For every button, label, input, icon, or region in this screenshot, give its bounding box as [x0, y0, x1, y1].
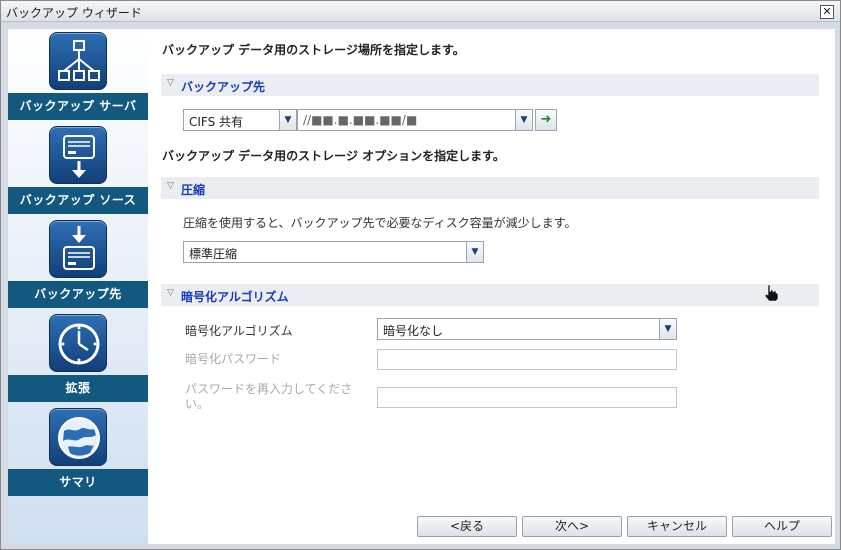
globe-icon [49, 408, 107, 466]
encryption-password-field[interactable] [377, 349, 677, 370]
collapse-triangle-icon: ▽ [167, 288, 174, 298]
hand-cursor-icon [764, 284, 779, 302]
wizard-content-panel: バックアップ データ用のストレージ場所を指定します。 ▽ バックアップ先 CIF… [148, 29, 835, 544]
sidebar-item-backup-destination[interactable]: バックアップ先 [8, 217, 148, 310]
encryption-password-label: 暗号化パスワード [185, 352, 282, 366]
sidebar-item-label: サマリ [8, 469, 148, 496]
window-title: バックアップ ウィザード [6, 6, 142, 20]
reenter-password-label: パスワードを再入力してくださ い。 [185, 382, 352, 412]
title-bar: バックアップ ウィザード ✕ [1, 1, 840, 22]
encryption-algorithm-select[interactable]: 暗号化なし ▼ [377, 318, 677, 340]
sidebar-item-summary[interactable]: サマリ [8, 405, 148, 498]
encryption-section-title: 暗号化アルゴリズム [181, 290, 289, 304]
encryption-algorithm-value: 暗号化なし [383, 324, 444, 338]
close-button[interactable]: ✕ [820, 5, 834, 19]
collapse-triangle-icon: ▽ [167, 181, 174, 191]
sidebar-item-backup-source[interactable]: バックアップ ソース [8, 123, 148, 216]
backup-wizard-window: バックアップ ウィザード ✕ バックアップ サーバ バックアップ ソース バック… [0, 0, 841, 550]
encryption-section-header[interactable]: ▽ 暗号化アルゴリズム [161, 284, 819, 306]
destination-path-value: //■■.■.■■.■■/■ [303, 113, 418, 127]
sidebar-item-label: 拡張 [8, 375, 148, 402]
sidebar-item-label: バックアップ先 [8, 281, 148, 308]
go-arrow-button[interactable]: ➜ [535, 109, 557, 131]
wizard-step-sidebar: バックアップ サーバ バックアップ ソース バックアップ先 拡張 サマリ [8, 29, 148, 544]
sidebar-item-backup-server[interactable]: バックアップ サーバ [8, 29, 148, 122]
destination-section-header[interactable]: ▽ バックアップ先 [161, 74, 819, 96]
help-button[interactable]: ヘルプ [732, 516, 832, 537]
sidebar-item-advanced[interactable]: 拡張 [8, 311, 148, 404]
chevron-down-icon[interactable]: ▼ [466, 242, 483, 262]
network-server-icon [49, 32, 107, 90]
disk-source-icon [49, 126, 107, 184]
reenter-password-label-line1: パスワードを再入力してくださ [185, 382, 353, 396]
encryption-algorithm-label: 暗号化アルゴリズム [185, 324, 293, 338]
destination-type-value: CIFS 共有 [189, 115, 244, 129]
arrow-right-icon: ➜ [540, 112, 552, 127]
sidebar-item-label: バックアップ サーバ [8, 93, 148, 120]
compression-description: 圧縮を使用すると、バックアップ先で必要なディスク容量が減少します。 [183, 216, 577, 230]
compression-section-header[interactable]: ▽ 圧縮 [161, 177, 819, 199]
compression-section-title: 圧縮 [181, 183, 206, 197]
next-button[interactable]: 次へ> [522, 516, 622, 537]
chevron-down-icon[interactable]: ▼ [279, 110, 296, 130]
disk-destination-icon [49, 220, 107, 278]
reenter-password-label-line2: い。 [185, 397, 210, 411]
close-icon: ✕ [822, 5, 832, 18]
sidebar-item-label: バックアップ ソース [8, 187, 148, 214]
clock-icon [49, 314, 107, 372]
destination-section-title: バックアップ先 [181, 80, 266, 94]
chevron-down-icon[interactable]: ▼ [515, 110, 532, 130]
back-button[interactable]: <戻る [417, 516, 517, 537]
compression-select[interactable]: 標準圧縮 ▼ [183, 241, 484, 263]
storage-location-heading: バックアップ データ用のストレージ場所を指定します。 [162, 43, 465, 57]
storage-options-heading: バックアップ データ用のストレージ オプションを指定します。 [162, 149, 505, 163]
reenter-password-field[interactable] [377, 387, 677, 408]
cancel-button[interactable]: キャンセル [627, 516, 727, 537]
compression-value: 標準圧縮 [189, 247, 238, 261]
destination-path-combo[interactable]: //■■.■.■■.■■/■ ▼ [297, 109, 533, 131]
chevron-down-icon[interactable]: ▼ [659, 319, 676, 339]
collapse-triangle-icon: ▽ [167, 78, 174, 88]
destination-type-select[interactable]: CIFS 共有 ▼ [183, 109, 297, 131]
